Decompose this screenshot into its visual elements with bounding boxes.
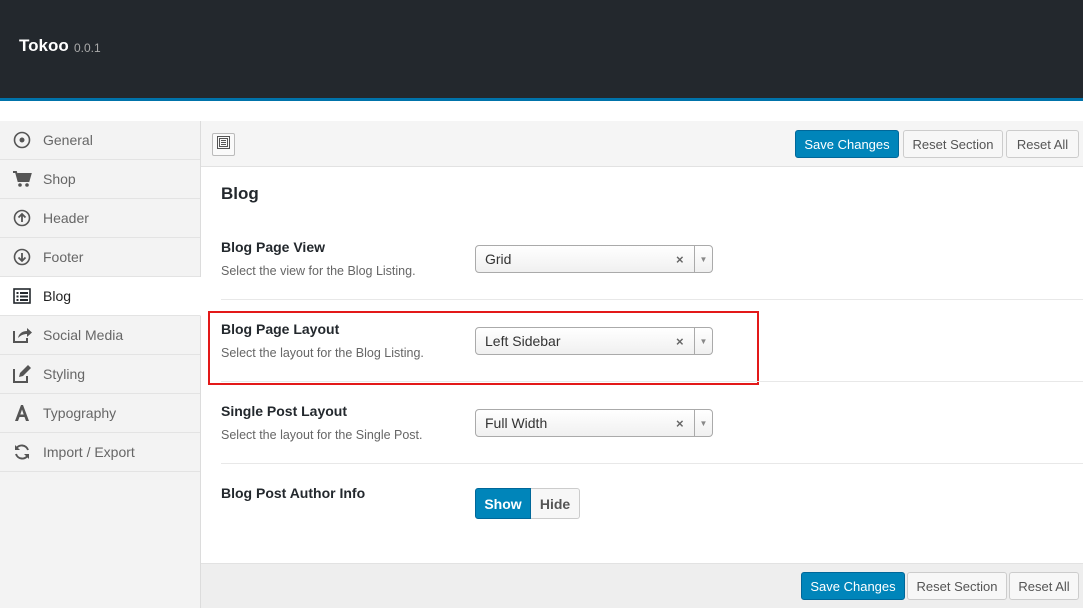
single-post-layout-desc: Select the layout for the Single Post. [221,428,423,442]
reset-all-button[interactable]: Reset All [1009,572,1079,600]
sidebar-item-label: Social Media [43,327,124,343]
reset-all-button[interactable]: Reset All [1006,130,1079,158]
chevron-down-icon[interactable]: ▼ [694,328,712,354]
sidebar-item-label: Header [43,210,89,226]
blog-page-view-select[interactable]: Grid × ▼ [475,245,713,273]
sidebar-item-social-media[interactable]: Social Media [0,316,200,355]
app-version: 0.0.1 [74,41,101,55]
main-panel: Save Changes Reset Section Reset All Blo… [201,121,1083,608]
author-info-label: Blog Post Author Info [221,485,366,501]
blog-page-layout-label: Blog Page Layout [221,321,340,337]
arrow-up-circle-icon [12,208,32,228]
sidebar-item-label: Shop [43,171,76,187]
sidebar-item-blog[interactable]: Blog [0,277,201,316]
header-spacer [0,101,1083,121]
blog-page-layout-select[interactable]: Left Sidebar × ▼ [475,327,713,355]
clear-icon[interactable]: × [676,334,684,349]
cart-icon [12,169,32,189]
bottom-toolbar: Save Changes Reset Section Reset All [201,563,1083,608]
author-info-toggle[interactable]: Show Hide [475,488,580,519]
show-option[interactable]: Show [475,488,531,519]
sidebar-item-header[interactable]: Header [0,199,200,238]
sidebar-item-typography[interactable]: Typography [0,394,200,433]
sidebar-item-label: Import / Export [43,444,135,460]
blog-page-view-label: Blog Page View [221,239,325,255]
divider [221,463,1083,464]
arrow-down-circle-icon [12,247,32,267]
reset-section-button[interactable]: Reset Section [907,572,1007,600]
sidebar-item-import-export[interactable]: Import / Export [0,433,200,472]
clear-icon[interactable]: × [676,416,684,431]
blog-page-view-desc: Select the view for the Blog Listing. [221,264,416,278]
top-header: Tokoo 0.0.1 [0,0,1083,98]
save-changes-button[interactable]: Save Changes [795,130,899,158]
single-post-layout-select[interactable]: Full Width × ▼ [475,409,713,437]
sidebar-item-general[interactable]: General [0,121,200,160]
select-value: Left Sidebar [485,333,561,349]
sidebar-item-label: Blog [43,288,72,304]
hide-option[interactable]: Hide [531,488,580,519]
chevron-down-icon[interactable]: ▼ [694,410,712,436]
sidebar: General Shop Header Footer Blog Social M… [0,121,201,608]
divider [221,299,1083,300]
save-changes-button[interactable]: Save Changes [801,572,905,600]
blog-page-layout-desc: Select the layout for the Blog Listing. [221,346,424,360]
sidebar-item-shop[interactable]: Shop [0,160,200,199]
circle-dot-icon [12,130,32,150]
sidebar-item-styling[interactable]: Styling [0,355,200,394]
sidebar-item-label: Footer [43,249,84,265]
sidebar-item-label: General [43,132,93,148]
section-title: Blog [221,184,259,203]
top-toolbar: Save Changes Reset Section Reset All [201,121,1083,167]
app-title: Tokoo [19,36,69,55]
clear-icon[interactable]: × [676,252,684,267]
sidebar-item-footer[interactable]: Footer [0,238,200,277]
panel-icon [217,135,230,154]
select-value: Grid [485,251,512,267]
font-icon [12,403,32,423]
share-icon [12,325,32,345]
sidebar-item-label: Styling [43,366,86,382]
reset-section-button[interactable]: Reset Section [903,130,1003,158]
select-value: Full Width [485,415,548,431]
sidebar-item-label: Typography [43,405,117,421]
chevron-down-icon[interactable]: ▼ [694,246,712,272]
single-post-layout-label: Single Post Layout [221,403,348,419]
expand-options-button[interactable] [212,133,235,156]
divider [221,381,1083,382]
edit-icon [12,364,32,384]
list-icon [12,286,32,306]
refresh-icon [12,442,32,462]
